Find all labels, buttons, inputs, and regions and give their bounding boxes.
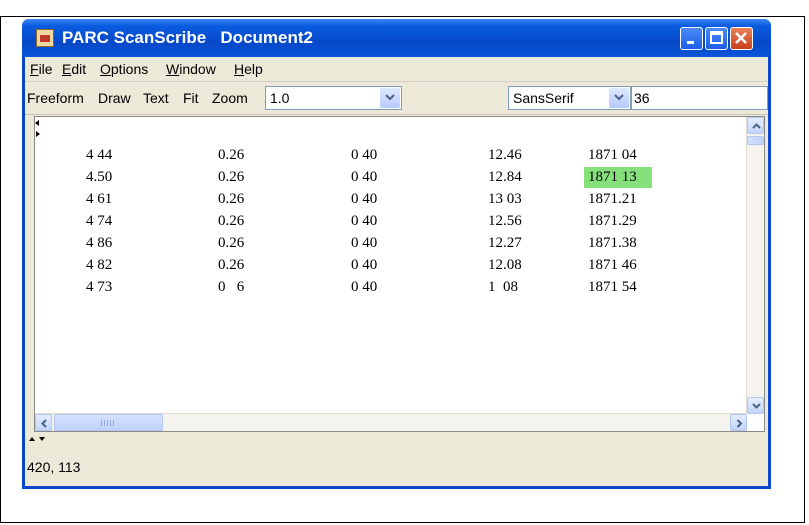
menu-edit[interactable]: Edit (62, 61, 86, 77)
partial-row-clip: 4 73 0 _6 0 40 1 08 1871 54 (35, 279, 735, 291)
font-family-dropdown-button[interactable] (609, 88, 629, 108)
font-family-value: SansSerif (513, 90, 574, 106)
horizontal-scroll-thumb[interactable] (54, 414, 163, 431)
cell-r1-c5: 1871 04 (588, 147, 637, 163)
scroll-left-button[interactable] (35, 414, 52, 431)
font-size-value: 36 (634, 90, 650, 106)
maximize-button[interactable] (705, 27, 728, 50)
document-canvas[interactable]: 4 44 0.26 0 40 12.46 1871 04 4.50 0.26 0… (34, 116, 765, 432)
cell-r5-c2: 0.26 (218, 235, 245, 251)
cell-r6-c2: 0.26 (218, 257, 245, 273)
cell-r2-c2: 0.26 (218, 169, 245, 185)
menu-file[interactable]: File (30, 61, 53, 77)
freeform-button[interactable]: Freeform (27, 90, 84, 106)
fit-button[interactable]: Fit (183, 90, 199, 106)
cell-r2-c4: 12.84 (488, 169, 522, 185)
cell-r1-c1: 4 44 (86, 147, 113, 163)
cell-r5-c5: 1871.38 (588, 235, 637, 251)
close-button[interactable] (730, 27, 753, 50)
cell-r4-c1: 4 74 (86, 213, 113, 229)
cell-r4-c2: 0.26 (218, 213, 245, 229)
cell-r1-c3: 0 40 (351, 147, 378, 163)
split-pane-arrows-icon (35, 120, 40, 137)
java-cup-icon (36, 29, 54, 47)
chevron-up-icon (752, 123, 761, 129)
window-title: PARC ScanScribe Document2 (62, 28, 313, 48)
zoom-label: Zoom (212, 90, 248, 106)
cell-r3-c2: 0.26 (218, 191, 245, 207)
menu-bar: File Edit Options Window Help (25, 57, 768, 82)
minimize-button[interactable] (680, 27, 703, 50)
horizontal-scrollbar[interactable] (35, 413, 747, 431)
document-name: Document2 (220, 28, 313, 47)
cell-r7-c4: 1 08 (488, 279, 518, 291)
window-client: File Edit Options Window Help Freeform D… (25, 57, 768, 486)
cell-r7-c3: 0 40 (351, 279, 378, 291)
menu-options[interactable]: Options (100, 61, 148, 77)
cell-r5-c1: 4 86 (86, 235, 113, 251)
zoom-dropdown-button[interactable] (380, 88, 400, 108)
draw-button[interactable]: Draw (98, 90, 131, 106)
cell-r7-c1: 4 73 (86, 279, 113, 291)
menu-file-label: ile (38, 61, 53, 77)
cell-r6-c4: 12.08 (488, 257, 522, 273)
cell-r3-c5: 1871.21 (588, 191, 637, 207)
menu-options-label: ptions (110, 61, 149, 77)
cell-r1-c2: 0.26 (218, 147, 245, 163)
cell-r3-c1: 4 61 (86, 191, 113, 207)
app-name: PARC ScanScribe (62, 28, 207, 47)
font-size-field[interactable]: 36 (631, 86, 768, 110)
close-icon (735, 32, 747, 44)
cell-r6-c5: 1871 46 (588, 257, 637, 273)
menu-window-mnemonic: W (166, 61, 180, 77)
menu-options-mnemonic: O (100, 61, 111, 77)
vertical-scrollbar[interactable] (746, 117, 764, 414)
cell-r6-c1: 4 82 (86, 257, 113, 273)
menu-file-mnemonic: F (30, 61, 39, 77)
text-button[interactable]: Text (143, 90, 169, 106)
cell-r4-c3: 0 40 (351, 213, 378, 229)
toolbar: Freeform Draw Text Fit Zoom 1.0 SansSeri… (25, 82, 768, 115)
cell-r2-c5: 1871 13 (588, 169, 637, 185)
maximize-icon (710, 31, 723, 44)
scroll-right-button[interactable] (730, 414, 747, 431)
app-window: PARC ScanScribe Document2 File Edit Opti… (22, 19, 771, 489)
cell-r7-c2: 0 _6 (218, 279, 245, 291)
zoom-value: 1.0 (270, 90, 290, 106)
minimize-icon (687, 41, 694, 44)
menu-edit-mnemonic: E (62, 61, 72, 77)
scroll-down-button[interactable] (747, 397, 764, 414)
cell-r2-c3: 0 40 (351, 169, 378, 185)
cursor-coordinates: 420, 113 (27, 459, 81, 475)
vertical-scroll-thumb[interactable] (747, 136, 764, 145)
font-family-select[interactable]: SansSerif (508, 86, 631, 110)
menu-help-label: elp (244, 61, 263, 77)
title-bar[interactable]: PARC ScanScribe Document2 (22, 19, 771, 57)
menu-window[interactable]: Window (166, 61, 216, 77)
cell-r3-c4: 13 03 (488, 191, 522, 207)
cell-r3-c3: 0 40 (351, 191, 378, 207)
cell-r5-c4: 12.27 (488, 235, 522, 251)
cell-r5-c3: 0 40 (351, 235, 378, 251)
chevron-right-icon (736, 419, 743, 428)
chevron-down-icon (752, 403, 761, 409)
cell-r4-c4: 12.56 (488, 213, 522, 229)
chevron-left-icon (41, 419, 47, 428)
cell-r6-c3: 0 40 (351, 257, 378, 273)
menu-help-mnemonic: H (234, 61, 245, 77)
chevron-down-icon (614, 94, 624, 101)
menu-window-label: indow (179, 61, 216, 77)
grip-icon (101, 420, 115, 426)
chevron-down-icon (385, 94, 395, 101)
splitter-arrows-icon[interactable] (29, 435, 49, 445)
cell-r7-c5: 1871 54 (588, 279, 637, 291)
cell-r1-c4: 12.46 (488, 147, 522, 163)
menu-help[interactable]: Help (234, 61, 263, 77)
menu-edit-label: dit (71, 61, 87, 77)
status-bar: 420, 113 (25, 449, 768, 486)
cell-r2-c1: 4.50 (86, 169, 113, 185)
zoom-select[interactable]: 1.0 (265, 86, 402, 110)
scroll-up-button[interactable] (747, 117, 764, 134)
cell-r4-c5: 1871.29 (588, 213, 637, 229)
